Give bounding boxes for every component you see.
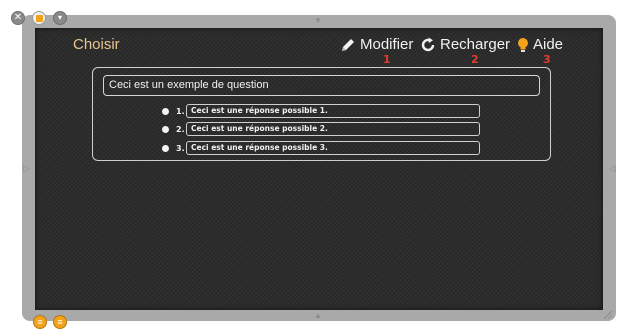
answer-radio[interactable] — [162, 144, 169, 152]
answer-field[interactable]: Ceci est une réponse possible 3. — [186, 141, 480, 155]
answer-row: 1. Ceci est une réponse possible 1. — [162, 104, 480, 118]
answer-field[interactable]: Ceci est une réponse possible 2. — [186, 122, 480, 136]
modifier-button[interactable]: Modifier — [340, 36, 413, 53]
answer-radio[interactable] — [162, 107, 169, 115]
recharger-button[interactable]: Recharger — [420, 36, 510, 53]
answer-number: 1. — [176, 106, 185, 116]
answer-row: 2. Ceci est une réponse possible 2. — [162, 122, 480, 136]
question-field[interactable]: Ceci est un exemple de question — [103, 75, 540, 96]
widget-title: Choisir — [73, 36, 120, 53]
aide-label: Aide — [533, 36, 564, 53]
answer-row: 3. Ceci est une réponse possible 3. — [162, 141, 480, 155]
menu-dropdown-icon[interactable]: ▾ — [53, 11, 67, 25]
answer-number: 3. — [176, 143, 185, 153]
marker-number-2: 2 — [471, 53, 479, 66]
answer-radio[interactable] — [162, 125, 169, 133]
lightbulb-icon — [517, 37, 529, 53]
duplicate-icon[interactable] — [32, 11, 46, 25]
bottom-resize-grip-icon[interactable]: ▲ — [314, 312, 322, 320]
right-resize-grip-icon[interactable]: ◁ — [609, 164, 616, 173]
aide-button[interactable]: Aide — [517, 36, 563, 53]
marker-number-3: 3 — [543, 53, 551, 66]
answer-number: 2. — [176, 124, 185, 134]
reload-icon — [420, 37, 436, 53]
answer-field[interactable]: Ceci est une réponse possible 1. — [186, 104, 480, 118]
close-icon[interactable]: ✕ — [11, 11, 25, 25]
left-resize-grip-icon[interactable]: ▷ — [23, 164, 30, 173]
modifier-label: Modifier — [360, 36, 414, 53]
top-resize-grip-icon[interactable]: ▼ — [314, 17, 322, 25]
marker-number-1: 1 — [383, 53, 391, 66]
recharger-label: Recharger — [440, 36, 511, 53]
pencil-icon — [340, 37, 356, 53]
